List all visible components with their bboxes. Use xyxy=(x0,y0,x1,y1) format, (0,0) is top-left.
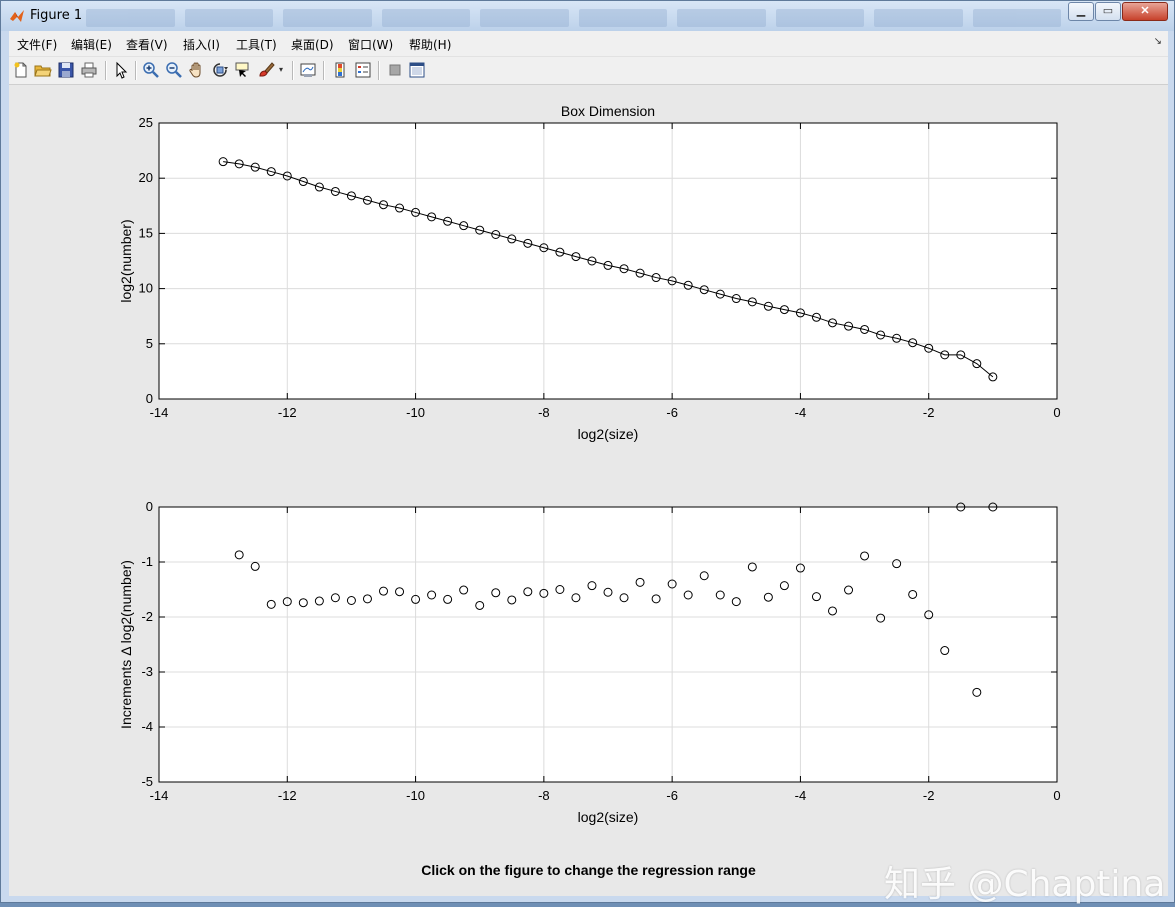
y-axis-label: Increments Δ log2(number) xyxy=(118,560,134,729)
x-tick-label: -8 xyxy=(538,788,550,803)
x-tick-label: -6 xyxy=(666,788,678,803)
figure-canvas[interactable]: -14 -12 -10 -8 -6 -4 -2 0 0 5 10 15 20 25 Box Dimensio… xyxy=(9,85,1168,905)
y-tick-label: 0 xyxy=(146,391,153,406)
y-tick-label: 20 xyxy=(139,170,153,185)
hide-plot-tools-icon[interactable] xyxy=(386,61,404,79)
toolbar-separator xyxy=(292,61,294,80)
x-tick-label: -8 xyxy=(538,405,550,420)
menu-desktop[interactable]: 桌面(D) xyxy=(291,36,334,53)
watermark-text: 知乎 @Chaptina xyxy=(884,864,1166,905)
open-file-icon[interactable] xyxy=(34,61,52,79)
menu-edit[interactable]: 编辑(E) xyxy=(71,36,112,53)
menu-insert[interactable]: 插入(I) xyxy=(183,36,220,53)
plot-svg: -14 -12 -10 -8 -6 -4 -2 00510152025Box Dimensio… xyxy=(118,103,1061,825)
close-button[interactable]: ✕ xyxy=(1122,2,1168,21)
matlab-icon xyxy=(10,10,24,22)
x-tick-label: -10 xyxy=(406,788,425,803)
x-tick-label: -10 xyxy=(406,405,425,420)
x-tick-label: 0 xyxy=(1053,788,1060,803)
save-icon[interactable] xyxy=(57,61,75,79)
y-tick-label: -3 xyxy=(141,664,153,679)
axes-title: Box Dimension xyxy=(561,103,655,119)
menu-window[interactable]: 窗口(W) xyxy=(348,36,393,53)
print-icon[interactable] xyxy=(80,61,98,79)
link-plot-icon[interactable] xyxy=(299,61,317,79)
y-tick-label: -5 xyxy=(141,774,153,789)
minimize-button[interactable]: ▁ xyxy=(1068,2,1094,21)
x-axis-label: log2(size) xyxy=(578,809,639,825)
y-tick-label: 25 xyxy=(139,115,153,130)
x-tick-label: -2 xyxy=(923,405,935,420)
menu-tools[interactable]: 工具(T) xyxy=(236,36,277,53)
brush-icon[interactable] xyxy=(257,61,275,79)
zoom-out-icon[interactable] xyxy=(165,61,183,79)
toolbar-separator xyxy=(105,61,107,80)
new-figure-icon[interactable] xyxy=(12,61,30,79)
zoom-in-icon[interactable] xyxy=(142,61,160,79)
x-axis-label: log2(size) xyxy=(578,426,639,442)
y-axis-label: log2(number) xyxy=(118,219,134,302)
y-tick-label: 10 xyxy=(139,281,153,296)
menu-view[interactable]: 查看(V) xyxy=(126,36,168,53)
legend-icon[interactable] xyxy=(354,61,372,79)
menu-bar: 文件(F) 编辑(E) 查看(V) 插入(I) 工具(T) 桌面(D) 窗口(W… xyxy=(9,31,1168,57)
y-tick-label: 5 xyxy=(146,336,153,351)
colorbar-icon[interactable] xyxy=(331,61,349,79)
x-tick-label: -4 xyxy=(795,405,807,420)
menu-help[interactable]: 帮助(H) xyxy=(409,36,451,53)
menu-file[interactable]: 文件(F) xyxy=(17,36,57,53)
toolbar-separator xyxy=(378,61,380,80)
y-tick-label: -4 xyxy=(141,719,153,734)
rotate-3d-icon[interactable] xyxy=(211,61,229,79)
x-tick-label: -14 xyxy=(150,405,169,420)
background-taskbar xyxy=(86,9,1061,27)
figure-window: Figure 1 ▁ ▭ ✕ 文件(F) 编辑(E) 查看(V) 插入(I) 工… xyxy=(0,0,1175,905)
y-tick-label: 0 xyxy=(146,499,153,514)
toolbar-separator xyxy=(323,61,325,80)
data-cursor-icon[interactable] xyxy=(234,61,252,79)
x-tick-label: -12 xyxy=(278,788,297,803)
brush-dropdown-icon[interactable]: ▾ xyxy=(279,61,287,79)
x-tick-label: 0 xyxy=(1053,405,1060,420)
toolbar-separator xyxy=(135,61,137,80)
x-tick-label: -14 xyxy=(150,788,169,803)
y-tick-label: -1 xyxy=(141,554,153,569)
maximize-button[interactable]: ▭ xyxy=(1095,2,1121,21)
show-plot-tools-icon[interactable] xyxy=(408,61,426,79)
y-tick-label: 15 xyxy=(139,225,153,240)
edit-plot-arrow-icon[interactable] xyxy=(112,61,130,79)
title-bar[interactable]: Figure 1 ▁ ▭ ✕ xyxy=(1,1,1174,31)
axes-2-background xyxy=(159,507,1057,782)
figure-toolbar: ▾ xyxy=(9,57,1168,85)
x-tick-label: -2 xyxy=(923,788,935,803)
x-tick-label: -12 xyxy=(278,405,297,420)
window-title: Figure 1 xyxy=(30,8,83,23)
x-tick-label: -6 xyxy=(666,405,678,420)
y-tick-label: -2 xyxy=(141,609,153,624)
x-tick-label: -4 xyxy=(795,788,807,803)
pan-hand-icon[interactable] xyxy=(188,61,206,79)
menu-collapse-icon[interactable]: ↘ xyxy=(1154,36,1162,47)
figure-client: 文件(F) 编辑(E) 查看(V) 插入(I) 工具(T) 桌面(D) 窗口(W… xyxy=(9,31,1168,905)
